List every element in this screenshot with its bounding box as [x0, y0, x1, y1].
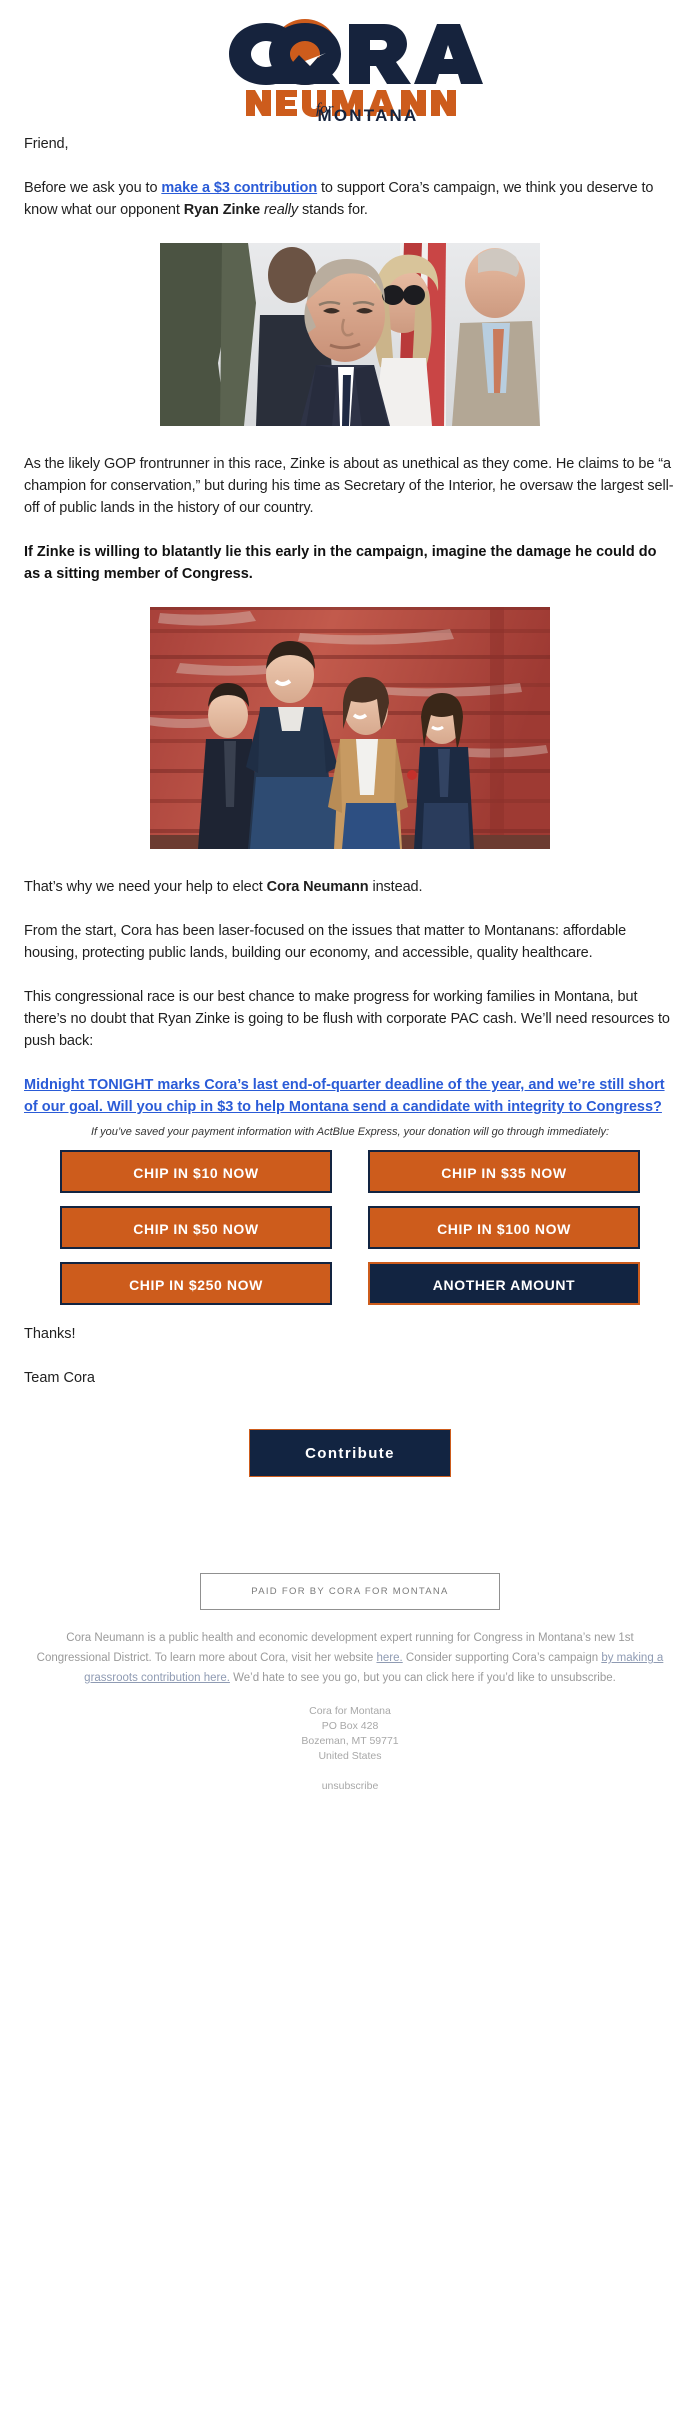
- signoff-team: Team Cora: [24, 1370, 95, 1386]
- actblue-express-note: If you’ve saved your payment information…: [90, 1126, 610, 1138]
- paragraph-intro: Before we ask you to make a $3 contribut…: [24, 177, 676, 221]
- logo-montana-text: MONTANA: [317, 106, 419, 125]
- donation-row-3: CHIP IN $250 NOW ANOTHER AMOUNT: [60, 1262, 640, 1305]
- address-po-box: PO Box 428: [321, 1720, 379, 1732]
- p4-after: instead.: [368, 879, 423, 895]
- another-amount-button[interactable]: ANOTHER AMOUNT: [368, 1262, 640, 1305]
- email-footer: PAID FOR BY CORA FOR MONTANA Cora Neuman…: [0, 1573, 700, 1822]
- p4-before: That’s why we need your help to elect: [24, 879, 267, 895]
- disclaimer-text-2: Consider supporting Cora’s campaign: [402, 1652, 602, 1664]
- paragraph-pac-cash: This congressional race is our best chan…: [24, 989, 670, 1049]
- address-org: Cora for Montana: [309, 1705, 391, 1717]
- greeting: Friend,: [24, 136, 69, 152]
- paid-for-wrap: PAID FOR BY CORA FOR MONTANA: [0, 1573, 700, 1610]
- contribute-button-wrap: Contribute: [0, 1429, 700, 1477]
- chip-in-10-button[interactable]: CHIP IN $10 NOW: [60, 1150, 332, 1193]
- disclaimer-text-3: We’d hate to see you go, but you can cli…: [229, 1672, 616, 1684]
- opponent-name: Ryan Zinke: [183, 202, 261, 218]
- unsubscribe-link[interactable]: unsubscribe: [322, 1780, 379, 1792]
- zinke-photo-wrap: [0, 243, 700, 431]
- donation-button-grid: CHIP IN $10 NOW CHIP IN $35 NOW CHIP IN …: [60, 1150, 640, 1305]
- signoff-thanks: Thanks!: [24, 1326, 76, 1342]
- deadline-chip-in-link[interactable]: Midnight TONIGHT marks Cora’s last end-o…: [24, 1077, 665, 1115]
- letter-content: Friend, Before we ask you to make a $3 c…: [0, 133, 700, 221]
- chip-in-250-button[interactable]: CHIP IN $250 NOW: [60, 1262, 332, 1305]
- letter-content-3: That’s why we need your help to elect Co…: [0, 876, 700, 1118]
- family-photo-svg: [150, 607, 550, 849]
- chip-in-35-button[interactable]: CHIP IN $35 NOW: [368, 1150, 640, 1193]
- family-photo-wrap: [0, 607, 700, 854]
- logo-graphic: for MONTANA: [204, 12, 496, 125]
- donation-row-2: CHIP IN $50 NOW CHIP IN $100 NOW: [60, 1206, 640, 1249]
- signoff-block: Thanks! Team Cora: [0, 1323, 700, 1389]
- zinke-photo-svg: [160, 243, 540, 426]
- chip-in-100-button[interactable]: CHIP IN $100 NOW: [368, 1206, 640, 1249]
- email-body: for MONTANA Friend, Before we ask you to…: [0, 0, 700, 1822]
- p1-text-before: Before we ask you to: [24, 180, 162, 196]
- website-here-link[interactable]: here.: [377, 1652, 403, 1664]
- contribute-button[interactable]: Contribute: [249, 1429, 451, 1477]
- zinke-photo: [160, 243, 540, 426]
- candidate-name: Cora Neumann: [266, 879, 369, 895]
- family-photo: [150, 607, 550, 849]
- paragraph-zinke-record: As the likely GOP frontrunner in this ra…: [24, 456, 674, 516]
- footer-unsubscribe-wrap: unsubscribe: [0, 1780, 700, 1792]
- address-country: United States: [318, 1750, 382, 1762]
- campaign-logo: for MONTANA: [0, 0, 700, 133]
- paragraph-deadline-link: Midnight TONIGHT marks Cora’s last end-o…: [24, 1074, 676, 1118]
- paragraph-bold-warning: If Zinke is willing to blatantly lie thi…: [24, 544, 657, 582]
- address-city-state-zip: Bozeman, MT 59771: [301, 1735, 399, 1747]
- chip-in-50-button[interactable]: CHIP IN $50 NOW: [60, 1206, 332, 1249]
- p1-text-after: stands for.: [298, 202, 368, 218]
- letter-content-2: As the likely GOP frontrunner in this ra…: [0, 453, 700, 585]
- contribution-link[interactable]: make a $3 contribution: [161, 180, 317, 196]
- footer-address: Cora for Montana PO Box 428 Bozeman, MT …: [0, 1704, 700, 1764]
- paragraph-elect-cora: That’s why we need your help to elect Co…: [24, 876, 676, 898]
- footer-disclaimer: Cora Neumann is a public health and econ…: [35, 1628, 665, 1688]
- p1-emphasis: really: [260, 202, 299, 218]
- paragraph-issues: From the start, Cora has been laser-focu…: [24, 923, 627, 961]
- donation-row-1: CHIP IN $10 NOW CHIP IN $35 NOW: [60, 1150, 640, 1193]
- paid-for-disclaimer: PAID FOR BY CORA FOR MONTANA: [200, 1573, 500, 1610]
